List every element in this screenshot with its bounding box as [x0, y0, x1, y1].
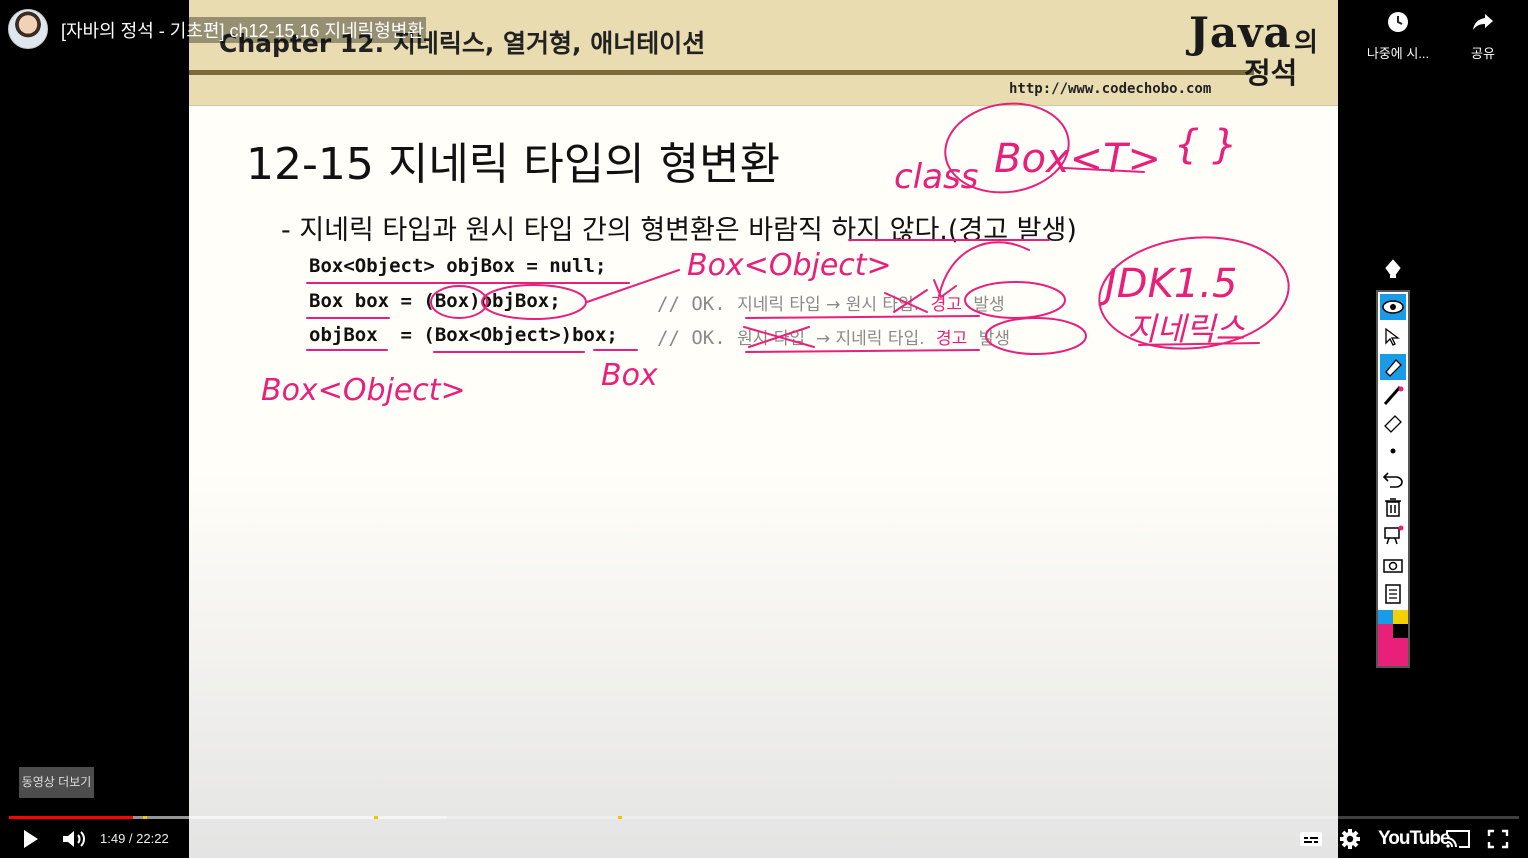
trash-icon[interactable]: [1380, 494, 1406, 520]
fullscreen-button[interactable]: [1486, 828, 1510, 855]
camera-icon[interactable]: [1380, 552, 1406, 578]
color-swatch-black[interactable]: [1393, 624, 1408, 638]
youtube-logo[interactable]: YouTube: [1378, 828, 1450, 850]
clock-icon: [1388, 12, 1408, 32]
pen-icon[interactable]: [1380, 382, 1406, 408]
pen-toolbar: [1376, 254, 1410, 668]
color-swatch-yellow[interactable]: [1393, 610, 1408, 624]
undo-icon[interactable]: [1380, 466, 1406, 492]
gear-icon: [1340, 829, 1360, 849]
cursor-icon[interactable]: [1380, 324, 1406, 350]
play-icon: [24, 830, 38, 848]
ink-box-under: Box: [601, 358, 658, 393]
play-button[interactable]: [18, 828, 42, 855]
subtitles-button[interactable]: [1298, 828, 1324, 855]
player-controls: 1:49 / 22:22 YouTube: [0, 820, 1528, 858]
cast-button[interactable]: [1444, 828, 1472, 855]
eye-icon[interactable]: [1380, 294, 1406, 320]
ink-generics: 지네릭스: [1127, 310, 1245, 348]
ink-annotations: class Box<T> { } Box<Object> JDK1.5 지네릭스…: [261, 102, 1290, 408]
ink-box-object-left: Box<Object>: [261, 373, 466, 408]
ink-class-generic: Box<T>: [994, 136, 1161, 182]
volume-button[interactable]: [60, 828, 88, 855]
ink-braces: { }: [1174, 122, 1238, 168]
share-icon: [1473, 14, 1493, 30]
fullscreen-icon: [1487, 829, 1509, 849]
watch-later-label: 나중에 시...: [1366, 43, 1430, 62]
lecture-slide: Chapter 12. 지네릭스, 열거형, 애너테이션 Java 의 정석 h…: [189, 0, 1338, 858]
share-label: 공유: [1471, 43, 1495, 62]
chapter-marker: [618, 816, 622, 819]
current-color-swatch[interactable]: [1378, 638, 1408, 666]
channel-avatar[interactable]: [8, 9, 48, 49]
settings-button[interactable]: [1338, 827, 1362, 856]
more-videos-button[interactable]: 동영상 더보기: [19, 767, 94, 798]
color-swatch-blue[interactable]: [1378, 610, 1393, 624]
ink-class-word: class: [894, 157, 978, 197]
video-title[interactable]: [자바의 정석 - 기초편] ch12-15,16 지네릭형변환: [59, 17, 426, 43]
progress-played: [9, 816, 133, 819]
clipboard-icon[interactable]: [1380, 580, 1406, 606]
progress-bar[interactable]: [9, 816, 1519, 819]
color-swatch-pink[interactable]: [1378, 624, 1393, 638]
highlighter-icon[interactable]: [1380, 354, 1406, 380]
watch-later-button[interactable]: 나중에 시...: [1363, 10, 1433, 63]
ink-jdk: JDK1.5: [1098, 261, 1237, 307]
volume-icon: [63, 831, 85, 847]
pen-nib-icon[interactable]: [1380, 256, 1406, 282]
subtitles-icon: [1300, 832, 1322, 846]
share-button[interactable]: 공유: [1448, 10, 1518, 63]
presentation-icon[interactable]: [1380, 522, 1406, 548]
cast-icon: [1446, 830, 1470, 848]
chapter-marker: [374, 816, 378, 819]
dot-icon[interactable]: [1380, 438, 1406, 464]
ink-box-object-top: Box<Object>: [687, 248, 892, 283]
eraser-icon[interactable]: [1380, 410, 1406, 436]
time-display: 1:49 / 22:22: [100, 831, 169, 846]
chapter-marker: [143, 816, 147, 819]
